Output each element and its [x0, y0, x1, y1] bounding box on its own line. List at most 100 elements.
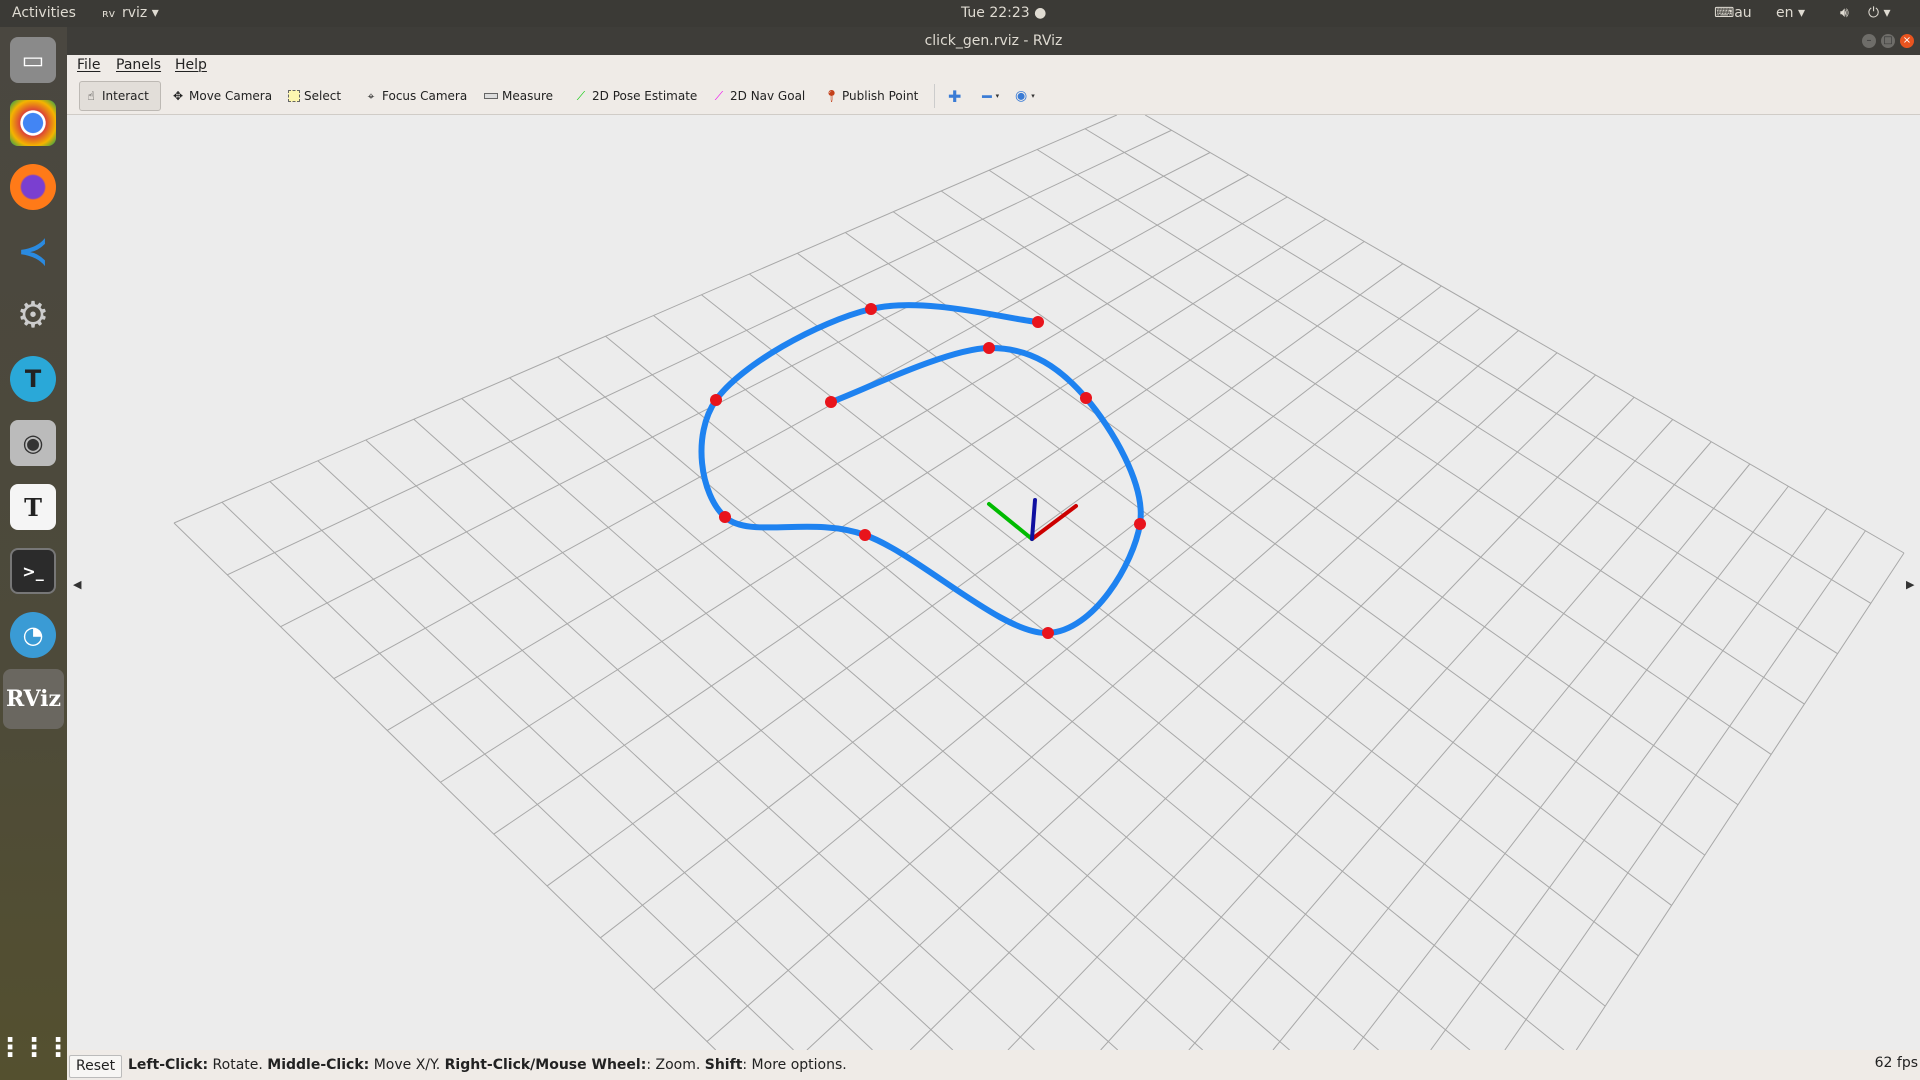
waypoint-marker	[983, 342, 995, 354]
clock-text: Tue 22:23	[961, 5, 1030, 21]
reset-button[interactable]: Reset	[69, 1055, 123, 1078]
grid-line	[413, 418, 1119, 1050]
grid-line	[1036, 149, 1838, 655]
measure-tool[interactable]: Measure	[480, 81, 557, 111]
rviz-dock-icon[interactable]: RViz	[3, 669, 64, 729]
window-titlebar: click_gen.rviz - RViz – □ ×	[67, 27, 1920, 55]
window-title: click_gen.rviz - RViz	[924, 33, 1063, 49]
settings-icon[interactable]: ⚙	[10, 292, 56, 338]
grid-line	[461, 398, 1204, 1050]
help-hint: Left-Click: Rotate. Middle-Click: Move X…	[128, 1057, 847, 1073]
grid-line	[173, 115, 1118, 524]
measure-label: Measure	[502, 89, 553, 103]
hint-shift-action: : More options.	[742, 1057, 847, 1073]
status-bar: Reset Left-Click: Rotate. Middle-Click: …	[67, 1050, 1920, 1080]
hint-right-key: Right-Click/Mouse Wheel:	[444, 1057, 647, 1073]
trajectory-path	[698, 302, 1144, 637]
toolbar: ☝ Interact ✥ Move Camera Select ⌖ Focus Cam…	[67, 77, 1920, 115]
collapse-left-handle[interactable]: ◀	[73, 578, 82, 591]
files-icon[interactable]: ▭	[10, 37, 56, 83]
firefox-icon[interactable]	[10, 164, 56, 210]
grid-line	[1007, 396, 1635, 1050]
publish-point-tool[interactable]: 📍︎ Publish Point	[820, 81, 922, 111]
show-apps-icon[interactable]: ⋮⋮⋮	[0, 1025, 71, 1071]
language-text: en	[1776, 5, 1794, 21]
move-camera-label: Move Camera	[189, 89, 273, 103]
grid-line	[1188, 441, 1712, 1050]
app-menu[interactable]: rviz ▾	[122, 5, 159, 21]
waypoint-marker	[1134, 518, 1146, 530]
close-button[interactable]: ×	[1900, 34, 1914, 48]
hint-shift-key: Shift	[704, 1057, 743, 1073]
select-tool[interactable]: Select	[284, 81, 345, 111]
hand-icon: ☝	[87, 89, 95, 103]
publish-point-label: Publish Point	[842, 89, 919, 103]
camera-icon[interactable]: ◉	[10, 420, 56, 466]
grid-line	[509, 377, 1290, 1050]
move-camera-tool[interactable]: ✥ Move Camera	[167, 81, 276, 111]
x-axis	[1030, 504, 1078, 541]
activities-button[interactable]: Activities	[12, 5, 76, 21]
menu-file[interactable]: File	[77, 57, 100, 73]
add-tool-button[interactable]: ✚	[944, 81, 965, 111]
interact-tool[interactable]: ☝ Interact	[79, 81, 161, 111]
toolbar-separator	[934, 84, 935, 108]
remove-tool-button[interactable]: ━ ▾	[978, 81, 1003, 111]
focus-icon: ⌖	[367, 89, 375, 103]
maximize-button[interactable]: □	[1881, 34, 1895, 48]
text-editor-icon[interactable]: T	[10, 484, 56, 530]
grid-line	[173, 522, 717, 1050]
power-icon[interactable]: ⏻ ▾	[1868, 5, 1891, 21]
grid-line	[269, 481, 873, 1050]
ruler-icon	[484, 93, 498, 99]
volume-icon[interactable]: 🔊︎	[1840, 5, 1849, 21]
terminal-icon[interactable]: >_	[10, 548, 56, 594]
z-axis	[1030, 498, 1037, 541]
tool-properties-button[interactable]: ◉ ▾	[1011, 81, 1039, 111]
keyboard-indicator[interactable]: ⌨au	[1714, 5, 1752, 21]
grid	[173, 115, 1905, 1050]
grid-line	[557, 356, 1379, 1050]
focus-camera-tool[interactable]: ⌖ Focus Camera	[360, 81, 471, 111]
waypoint-marker	[859, 529, 871, 541]
keyboard-layout: au	[1734, 5, 1752, 21]
hint-left-key: Left-Click:	[128, 1057, 209, 1073]
typora-icon[interactable]: T	[10, 356, 56, 402]
minimize-button[interactable]: –	[1862, 34, 1876, 48]
top-panel: Activities ʀᴠ rviz ▾ Tue 22:23 ● ⌨au en …	[0, 0, 1920, 27]
chrome-icon[interactable]	[10, 100, 56, 146]
focus-camera-label: Focus Camera	[382, 89, 468, 103]
map-pin-icon: 📍︎	[824, 89, 840, 103]
green-arrow-icon: ⟋	[576, 89, 586, 103]
nav-goal-tool[interactable]: ⟋ 2D Nav Goal	[708, 81, 809, 111]
y-axis	[987, 502, 1034, 541]
pose-estimate-tool[interactable]: ⟋ 2D Pose Estimate	[570, 81, 701, 111]
waypoint-marker	[1032, 316, 1044, 328]
waypoint-marker	[719, 511, 731, 523]
menu-panels[interactable]: Panels	[116, 57, 161, 73]
grid-line	[1430, 508, 1828, 1050]
collapse-right-handle[interactable]: ▶	[1906, 578, 1915, 591]
select-icon	[288, 90, 300, 102]
hint-right-action: : Zoom.	[646, 1057, 705, 1073]
grid-line	[365, 439, 1035, 1050]
grid-line	[1144, 115, 1905, 554]
clock[interactable]: Tue 22:23 ●	[961, 5, 1046, 21]
menu-help[interactable]: Help	[175, 57, 207, 73]
language-menu[interactable]: en ▾	[1776, 5, 1805, 21]
grid-line	[806, 352, 1558, 1050]
3d-viewport[interactable]: ◀ ▶	[67, 115, 1920, 1050]
grid-line	[1272, 463, 1751, 1050]
network-icon[interactable]: ◔	[10, 612, 56, 658]
vscode-icon[interactable]: ≺	[10, 228, 56, 274]
grid-line	[1084, 128, 1872, 604]
select-label: Select	[304, 89, 342, 103]
grid-line	[1100, 419, 1674, 1050]
waypoint-marker	[825, 396, 837, 408]
grid-line	[1504, 530, 1866, 1050]
render-scene[interactable]: ◀ ▶	[67, 115, 1920, 1050]
grid-line	[221, 501, 794, 1050]
pose-estimate-label: 2D Pose Estimate	[592, 89, 698, 103]
waypoint-marker	[710, 394, 722, 406]
waypoint-marker	[865, 303, 877, 315]
